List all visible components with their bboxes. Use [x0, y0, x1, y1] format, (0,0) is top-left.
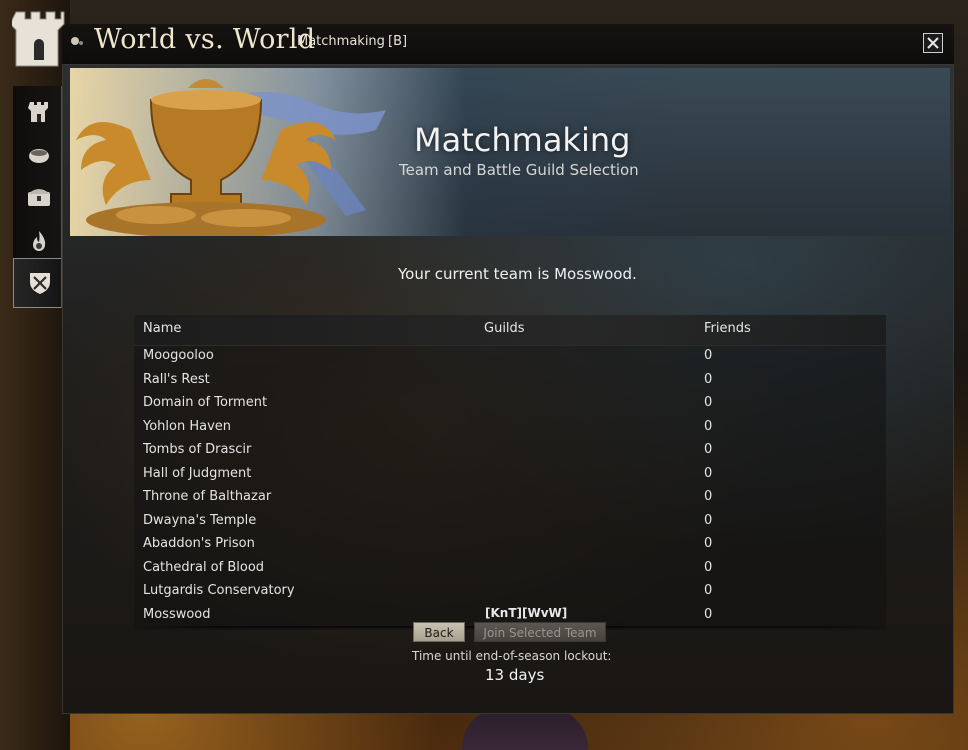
- friends-count-cell: 0: [704, 465, 713, 481]
- sidebar-item-matchmaking[interactable]: [13, 258, 61, 308]
- table-row[interactable]: Yohlon Haven 0: [134, 416, 886, 439]
- table-row[interactable]: Hall of Judgment 0: [134, 463, 886, 486]
- friends-count-cell: 0: [704, 512, 713, 528]
- shield-swords-icon: [30, 273, 50, 294]
- game-screen: World vs. World Matchmaking [B] Matchmak…: [0, 0, 968, 750]
- team-name-cell: Domain of Torment: [143, 395, 268, 410]
- close-button[interactable]: [923, 33, 943, 53]
- table-row[interactable]: Lutgardis Conservatory 0: [134, 580, 886, 603]
- page-title: Matchmaking: [414, 121, 631, 159]
- castle-tower-logo-icon: [12, 11, 65, 67]
- team-name-cell: Mosswood: [143, 606, 211, 622]
- friends-count-cell: 0: [704, 348, 713, 363]
- team-name-cell: Tombs of Drascir: [143, 442, 252, 457]
- team-name-cell: Abaddon's Prison: [143, 536, 255, 551]
- lockout-label: Time until end-of-season lockout:: [412, 649, 612, 663]
- column-header-guilds[interactable]: Guilds: [484, 321, 525, 336]
- team-name-cell: Hall of Judgment: [143, 465, 252, 481]
- hotkey-hint: [B]: [388, 34, 408, 49]
- table-row[interactable]: Moogooloo 0: [134, 345, 886, 368]
- window-title: World vs. World: [94, 24, 316, 55]
- team-table: Name Guilds Friends Moogooloo 0 Rall's Res…: [134, 315, 886, 630]
- table-row[interactable]: Rall's Rest 0: [134, 369, 886, 392]
- team-name-cell: Dwayna's Temple: [143, 512, 257, 528]
- team-name-cell: Moogooloo: [143, 348, 214, 363]
- friends-count-cell: 0: [704, 442, 713, 457]
- column-header-friends[interactable]: Friends: [704, 321, 751, 336]
- friends-count-cell: 0: [704, 606, 713, 622]
- chest-icon[interactable]: [26, 184, 52, 210]
- friends-count-cell: 0: [704, 583, 713, 598]
- close-icon: [927, 37, 939, 49]
- page-subtitle: Team and Battle Guild Selection: [399, 161, 639, 179]
- team-name-cell: Cathedral of Blood: [143, 559, 265, 575]
- bowl-icon[interactable]: [26, 142, 52, 168]
- friends-count-cell: 0: [704, 371, 713, 387]
- selected-team-guilds: [KnT][WvW]: [485, 606, 568, 620]
- friends-count-cell: 0: [704, 489, 713, 504]
- column-header-name[interactable]: Name: [143, 321, 181, 336]
- table-row[interactable]: Cathedral of Blood 0: [134, 557, 886, 580]
- window-subtitle: Matchmaking: [297, 34, 385, 49]
- trophy-icon: [76, 79, 386, 236]
- table-row[interactable]: Abaddon's Prison 0: [134, 533, 886, 556]
- table-row[interactable]: Tombs of Drascir 0: [134, 439, 886, 462]
- team-name-cell: Throne of Balthazar: [143, 489, 272, 504]
- player-character: [462, 708, 588, 750]
- title-ornament-icon: [71, 37, 83, 45]
- team-name-cell: Lutgardis Conservatory: [143, 583, 295, 598]
- team-name-cell: Rall's Rest: [143, 371, 210, 387]
- lockout-countdown: 13 days: [485, 666, 545, 684]
- back-button[interactable]: Back: [413, 622, 465, 642]
- castle-icon[interactable]: [26, 98, 52, 124]
- friends-count-cell: 0: [704, 418, 713, 434]
- current-team-status: Your current team is Mosswood.: [398, 265, 637, 283]
- friends-count-cell: 0: [704, 559, 713, 575]
- friends-count-cell: 0: [704, 536, 713, 551]
- friends-count-cell: 0: [704, 395, 713, 410]
- table-header: Name Guilds Friends: [134, 315, 886, 346]
- team-name-cell: Yohlon Haven: [143, 418, 232, 434]
- table-row[interactable]: Domain of Torment 0: [134, 392, 886, 415]
- flame-icon[interactable]: [26, 228, 52, 254]
- table-row[interactable]: Throne of Balthazar 0: [134, 486, 886, 509]
- join-selected-team-button[interactable]: Join Selected Team: [474, 622, 606, 642]
- table-row[interactable]: Dwayna's Temple 0: [134, 510, 886, 533]
